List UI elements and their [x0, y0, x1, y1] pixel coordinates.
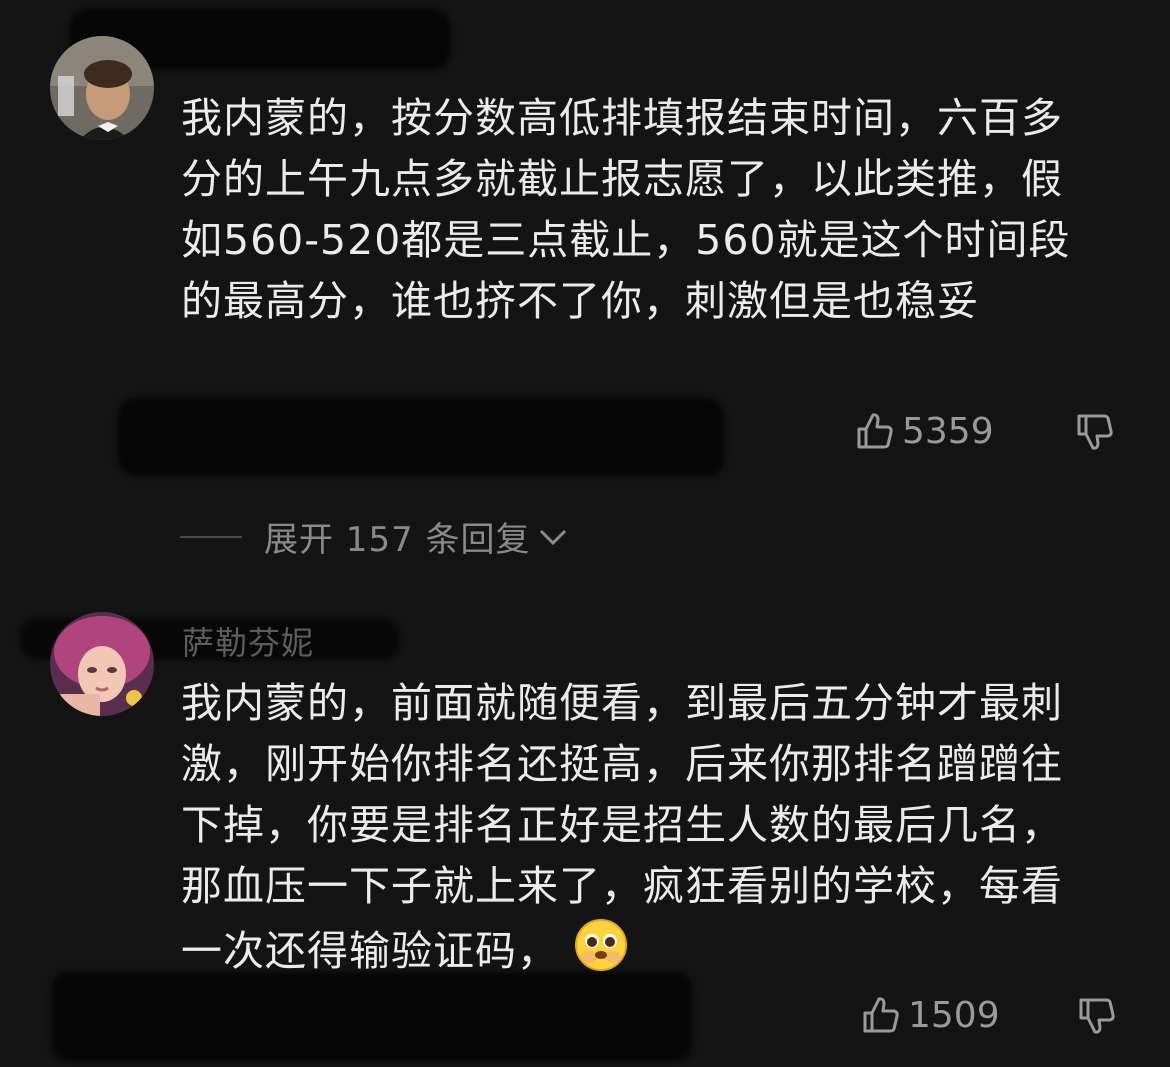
dislike-button[interactable]: [1074, 411, 1116, 457]
username[interactable]: 萨勒芬妮: [182, 618, 314, 664]
comment-actions: 1509: [860, 990, 1130, 1040]
comment-text: 我内蒙的，按分数高低排填报结束时间，六百多分的上午九点多就截止报志愿了，以此类推…: [181, 94, 1071, 325]
expand-replies-label: 展开 157 条回复: [264, 520, 531, 560]
like-button[interactable]: 5359: [854, 410, 994, 452]
thumbs-up-icon: [863, 997, 899, 1033]
like-count: 1509: [908, 994, 1000, 1036]
dislike-button[interactable]: [1076, 995, 1118, 1041]
chevron-down-icon: [539, 529, 566, 545]
thumbs-down-icon: [1079, 998, 1115, 1034]
expand-replies-button[interactable]: 展开 157 条回复: [264, 512, 569, 561]
comment-actions: 5359: [854, 406, 1124, 456]
avatar[interactable]: [50, 36, 154, 140]
avatar[interactable]: [50, 612, 154, 716]
pleading-face-emoji: [575, 919, 628, 971]
thumbs-up-icon: [857, 413, 893, 449]
thumbs-down-icon: [1077, 414, 1113, 450]
like-button[interactable]: 1509: [860, 994, 1000, 1036]
comment-text: 我内蒙的，前面就随便看，到最后五分钟才最刺激，刚开始你排名还挺高，后来你那排名蹭…: [181, 673, 1101, 982]
divider: [180, 535, 242, 538]
redacted-ip-location-1: [118, 398, 724, 476]
like-count: 5359: [902, 410, 994, 452]
redacted-ip-location-2: [52, 972, 692, 1062]
expand-replies-row: 展开 157 条回复: [180, 512, 569, 561]
